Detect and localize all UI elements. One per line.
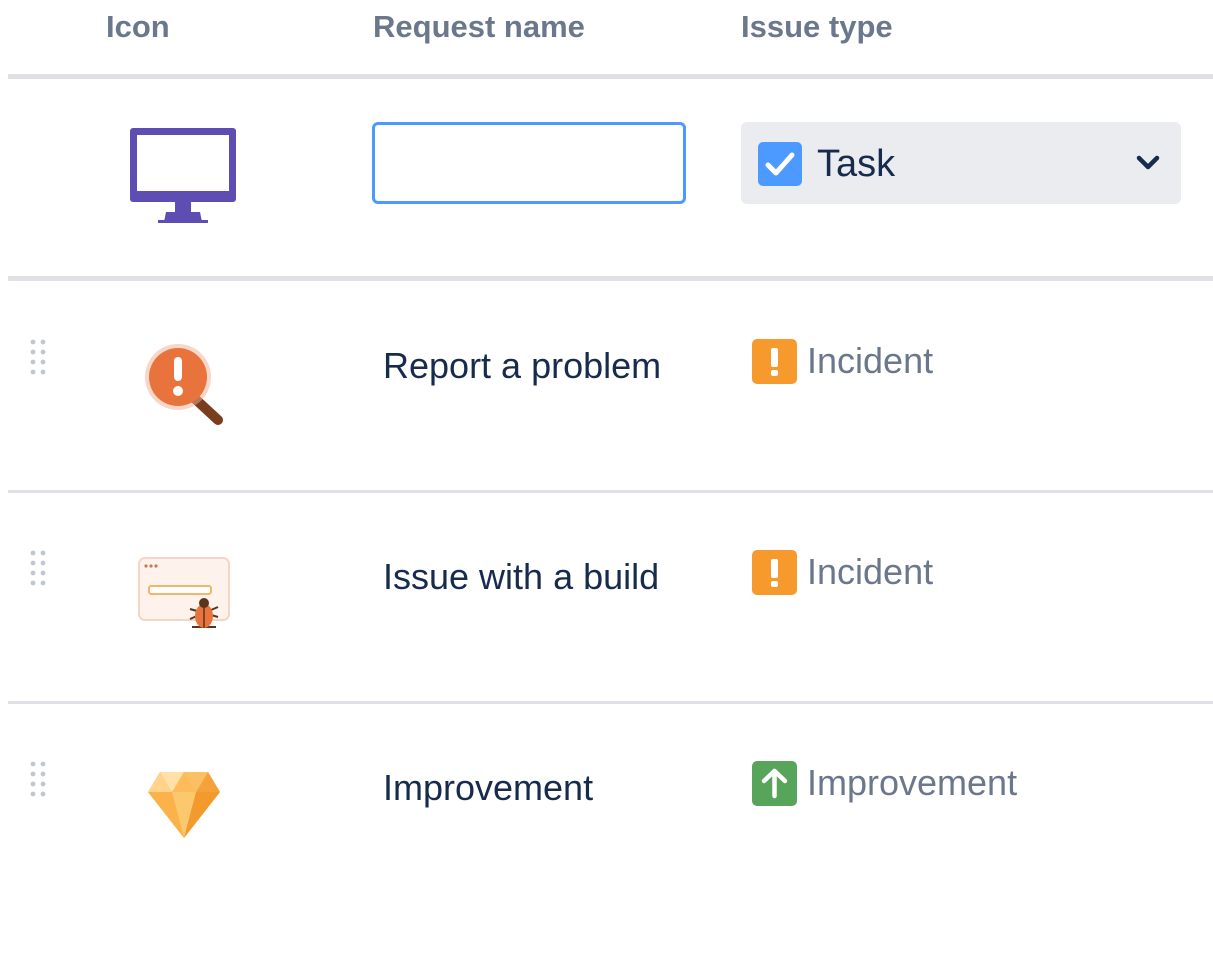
column-header-icon: Icon bbox=[106, 9, 170, 44]
issue-type-label: Incident bbox=[807, 551, 934, 592]
search-warning-icon bbox=[136, 340, 232, 426]
request-name[interactable]: Report a problem bbox=[383, 338, 683, 394]
browser-bug-icon bbox=[136, 551, 232, 637]
diamond-gem-icon bbox=[136, 762, 232, 848]
issue-type-select[interactable]: Task bbox=[741, 122, 1181, 204]
computer-monitor-icon[interactable] bbox=[128, 126, 238, 226]
drag-handle-icon[interactable] bbox=[30, 338, 48, 378]
create-row-divider bbox=[8, 276, 1213, 281]
drag-handle-icon[interactable] bbox=[30, 760, 48, 800]
column-header-request-name: Request name bbox=[373, 9, 585, 44]
checkbox-check-icon bbox=[758, 142, 802, 186]
arrow-up-icon bbox=[752, 761, 797, 806]
issue-type-selected-label: Task bbox=[817, 143, 896, 185]
create-request-row: Task bbox=[0, 78, 1213, 276]
request-name[interactable]: Improvement bbox=[383, 760, 683, 816]
table-row: Report a problem Incident bbox=[0, 282, 1213, 492]
column-header-issue-type: Issue type bbox=[741, 9, 893, 44]
exclamation-icon bbox=[752, 550, 797, 595]
issue-type-label: Improvement bbox=[807, 762, 1018, 803]
request-types-table: Icon Request name Issue type Task Report… bbox=[0, 0, 1213, 964]
request-name[interactable]: Issue with a build bbox=[383, 549, 683, 605]
table-header: Icon Request name Issue type bbox=[0, 0, 1213, 74]
table-row: Improvement Improvement bbox=[0, 704, 1213, 914]
table-row: Issue with a build Incident bbox=[0, 493, 1213, 703]
chevron-down-icon bbox=[1135, 152, 1161, 174]
exclamation-icon bbox=[752, 339, 797, 384]
request-name-input[interactable] bbox=[372, 122, 686, 204]
drag-handle-icon[interactable] bbox=[30, 549, 48, 589]
issue-type-label: Incident bbox=[807, 340, 934, 381]
